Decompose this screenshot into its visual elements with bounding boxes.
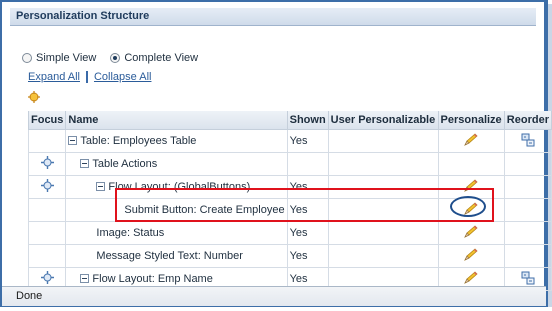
focus-cell xyxy=(27,129,67,153)
user-personalizable-cell xyxy=(327,221,439,245)
pencil-icon[interactable] xyxy=(463,270,479,285)
simple-view-radio[interactable] xyxy=(22,53,32,63)
shown-cell: Yes xyxy=(286,244,329,268)
focus-all-icon[interactable] xyxy=(28,91,40,103)
personalization-table: Focus Name Shown User Personalizable Per… xyxy=(27,111,552,291)
expand-all-link[interactable]: Expand All xyxy=(28,71,80,83)
reorder-cell xyxy=(503,198,552,222)
focus-icon[interactable] xyxy=(40,271,54,284)
reorder-cell xyxy=(503,152,552,176)
table-row: Flow Layout: (GlobalButtons) Yes xyxy=(27,175,552,199)
item-name: Submit Button: Create Employee xyxy=(124,204,285,216)
table-row: Image: Status Yes xyxy=(27,221,552,245)
focus-cell xyxy=(27,152,67,176)
reorder-cell xyxy=(503,175,552,199)
col-header-focus: Focus xyxy=(27,111,67,130)
name-cell: Table Actions xyxy=(65,152,288,176)
personalize-cell xyxy=(437,129,505,153)
name-cell: Flow Layout: (GlobalButtons) xyxy=(65,175,288,199)
table-row: Submit Button: Create Employee Yes xyxy=(27,198,552,222)
col-header-name: Name xyxy=(65,111,288,130)
reorder-cell xyxy=(503,129,552,153)
name-cell: Table: Employees Table xyxy=(65,129,288,153)
table-row: Message Styled Text: Number Yes xyxy=(27,244,552,268)
item-name: Flow Layout: Emp Name xyxy=(92,273,213,285)
region-header: Personalization Structure xyxy=(10,8,536,26)
personalize-cell xyxy=(437,244,505,268)
focus-icon[interactable] xyxy=(40,156,54,169)
pencil-icon[interactable] xyxy=(463,132,479,147)
reorder-cell xyxy=(503,221,552,245)
reorder-icon[interactable] xyxy=(521,133,535,147)
pencil-icon[interactable] xyxy=(463,201,479,216)
focus-cell xyxy=(27,244,67,268)
personalize-cell xyxy=(437,152,505,176)
collapse-icon[interactable] xyxy=(96,182,106,191)
item-name: Flow Layout: (GlobalButtons) xyxy=(108,181,251,193)
user-personalizable-cell xyxy=(327,129,439,153)
user-personalizable-cell xyxy=(327,198,439,222)
pencil-icon[interactable] xyxy=(463,178,479,193)
shown-cell: Yes xyxy=(286,129,329,153)
personalize-cell xyxy=(437,198,505,222)
item-name: Table Actions xyxy=(92,158,158,170)
complete-view-label[interactable]: Complete View xyxy=(124,52,198,64)
item-name: Table: Employees Table xyxy=(80,135,197,147)
collapse-icon[interactable] xyxy=(80,274,90,283)
shown-cell xyxy=(286,152,329,176)
user-personalizable-cell xyxy=(327,152,439,176)
item-name: Image: Status xyxy=(96,227,165,239)
tree-links: Expand All Collapse All xyxy=(28,70,151,84)
page-title: Personalization Structure xyxy=(16,10,150,22)
table-row: Table Actions xyxy=(27,152,552,176)
pencil-icon[interactable] xyxy=(463,224,479,239)
complete-view-radio[interactable] xyxy=(110,53,121,63)
focus-cell xyxy=(27,221,67,245)
focus-icon[interactable] xyxy=(40,179,54,192)
pencil-icon[interactable] xyxy=(463,247,479,262)
name-cell: Submit Button: Create Employee xyxy=(65,198,288,222)
focus-cell xyxy=(27,198,67,222)
table-row: Table: Employees Table Yes xyxy=(27,129,552,153)
collapse-icon[interactable] xyxy=(68,136,78,145)
user-personalizable-cell xyxy=(327,175,439,199)
col-header-user-personalizable: User Personalizable xyxy=(327,111,439,130)
shown-cell: Yes xyxy=(286,221,329,245)
shown-cell: Yes xyxy=(286,198,329,222)
item-name: Message Styled Text: Number xyxy=(96,250,243,262)
table-header-row: Focus Name Shown User Personalizable Per… xyxy=(27,111,552,130)
personalize-cell xyxy=(437,221,505,245)
collapse-icon[interactable] xyxy=(80,159,90,168)
simple-view-label[interactable]: Simple View xyxy=(36,52,96,64)
personalize-cell xyxy=(437,175,505,199)
col-header-shown: Shown xyxy=(286,111,329,130)
status-text: Done xyxy=(16,290,43,302)
table-body: Table: Employees Table Yes Table Actions Fl… xyxy=(27,129,552,291)
status-bar: Done xyxy=(2,286,546,306)
shown-cell: Yes xyxy=(286,175,329,199)
reorder-cell xyxy=(503,244,552,268)
collapse-all-link[interactable]: Collapse All xyxy=(94,71,151,83)
name-cell: Image: Status xyxy=(65,221,288,245)
focus-cell xyxy=(27,175,67,199)
link-separator xyxy=(85,71,88,83)
col-header-reorder: Reorder xyxy=(503,111,552,130)
view-selector: Simple View Complete View xyxy=(22,51,208,65)
user-personalizable-cell xyxy=(327,244,439,268)
col-header-personalize: Personalize xyxy=(437,111,505,130)
name-cell: Message Styled Text: Number xyxy=(65,244,288,268)
reorder-icon[interactable] xyxy=(521,271,535,285)
